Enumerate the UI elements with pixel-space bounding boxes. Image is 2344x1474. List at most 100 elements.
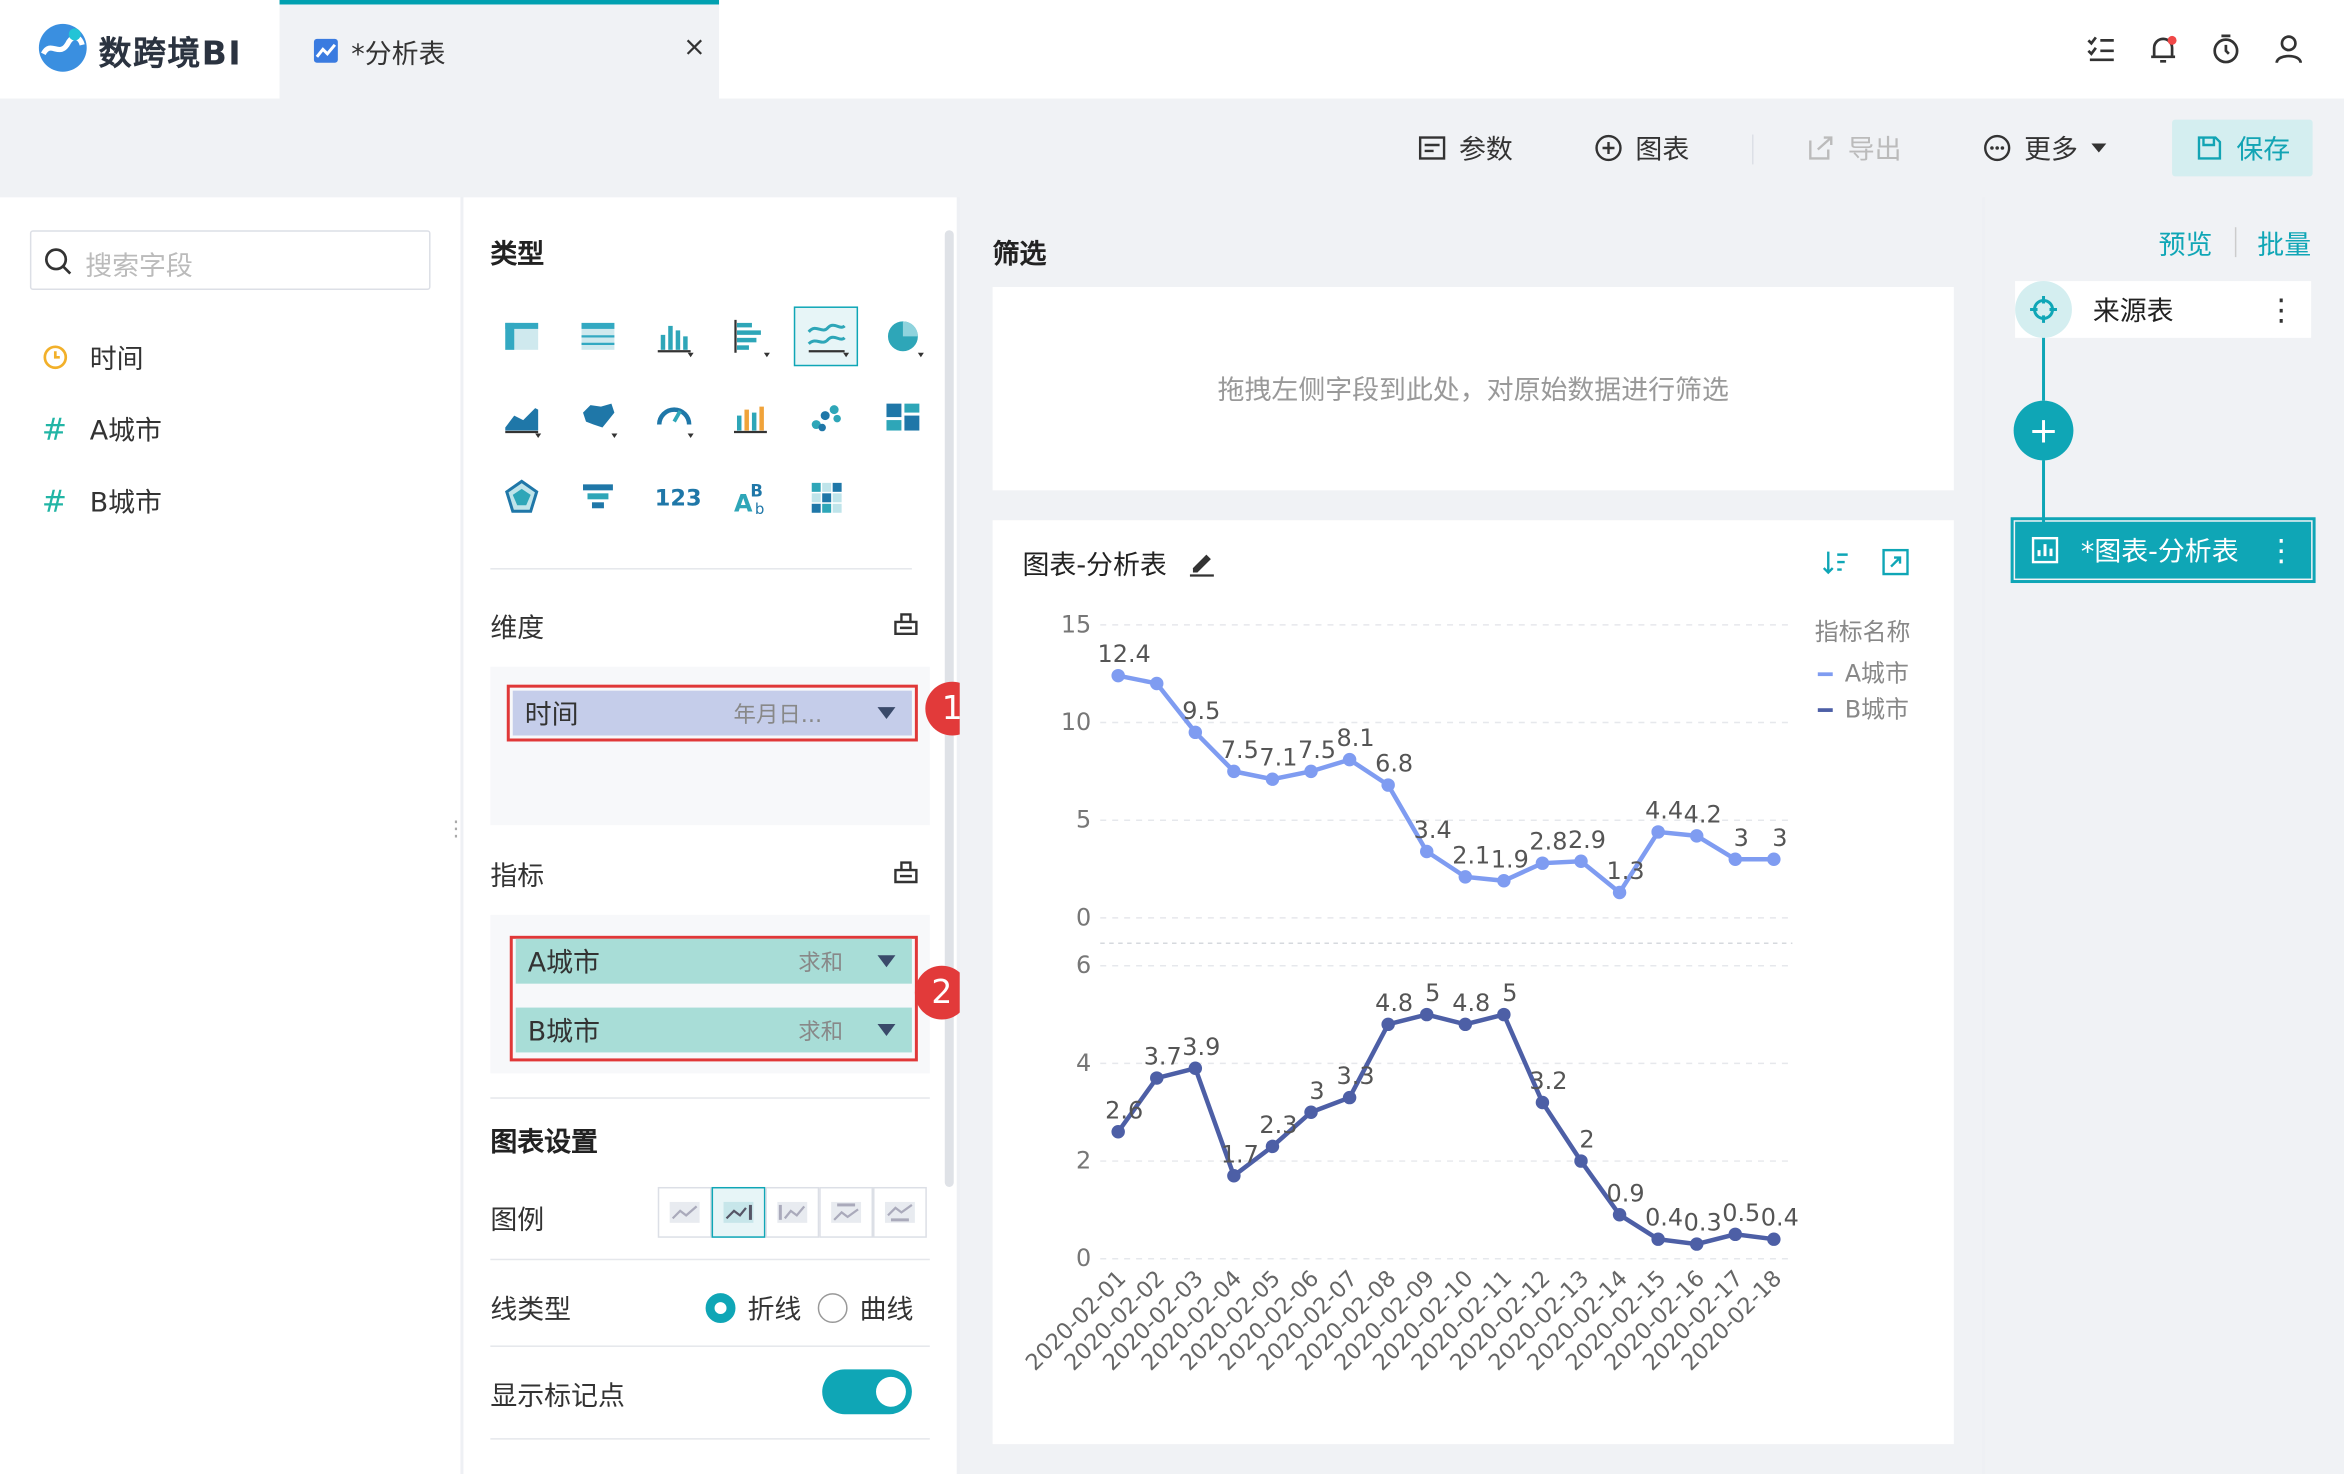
field-label: 时间 bbox=[89, 343, 144, 376]
data-point bbox=[1150, 676, 1164, 691]
export-button[interactable]: 导出 bbox=[1806, 129, 1902, 168]
list-check-icon[interactable] bbox=[2084, 33, 2117, 66]
logo-icon bbox=[38, 23, 87, 72]
chart-title: 图表-分析表 bbox=[1022, 550, 1167, 582]
radio-curve[interactable] bbox=[817, 1293, 848, 1324]
data-label: 0.3 bbox=[1684, 1209, 1722, 1237]
data-label: 4.2 bbox=[1684, 800, 1722, 828]
edit-icon[interactable] bbox=[1187, 547, 1217, 577]
data-label: 6.8 bbox=[1375, 750, 1413, 778]
radar-icon[interactable] bbox=[499, 475, 544, 520]
caret-down-icon[interactable] bbox=[876, 706, 897, 721]
data-label: 5 bbox=[1502, 979, 1517, 1007]
field-item-a-city[interactable]: # A城市 bbox=[42, 410, 162, 449]
legend-right-button[interactable] bbox=[711, 1186, 766, 1238]
line-type-polyline[interactable]: 折线 bbox=[705, 1289, 801, 1328]
preview-link[interactable]: 预览 bbox=[2159, 224, 2213, 263]
data-point bbox=[1689, 1237, 1704, 1251]
metric-pill-a-city[interactable]: A城市 求和 bbox=[515, 938, 912, 984]
close-icon[interactable]: × bbox=[683, 32, 706, 63]
data-point bbox=[1227, 1168, 1241, 1183]
legend-top-button[interactable] bbox=[819, 1186, 874, 1238]
params-button[interactable]: 参数 bbox=[1417, 129, 1513, 168]
target-icon bbox=[2015, 281, 2072, 338]
data-label: 0.9 bbox=[1607, 1179, 1645, 1207]
y-tick-label: 6 bbox=[1076, 951, 1091, 979]
legend-left-button[interactable] bbox=[765, 1186, 820, 1238]
line-chart: 15105012.49.57.5 7.1 7.5 8.16.83.42.1 1.92.8… bbox=[1021, 610, 1910, 1376]
batch-link[interactable]: 批量 bbox=[2257, 224, 2311, 263]
kpi-number-icon[interactable]: 123 bbox=[655, 484, 702, 511]
show-markers-toggle[interactable] bbox=[822, 1369, 912, 1415]
table-icon[interactable] bbox=[499, 314, 544, 359]
save-button[interactable]: 保存 bbox=[2172, 119, 2313, 177]
clear-icon[interactable] bbox=[891, 857, 921, 887]
legend-position-group bbox=[657, 1186, 927, 1238]
data-label: 0.4 bbox=[1761, 1204, 1799, 1232]
legend-label-a[interactable]: A城市 bbox=[1845, 660, 1909, 688]
pill-label: A城市 bbox=[527, 947, 600, 980]
flow-node-source[interactable]: 来源表 ⋮ bbox=[2015, 281, 2312, 338]
data-label: 3.9 bbox=[1182, 1033, 1220, 1061]
data-label: 8.1 bbox=[1337, 724, 1375, 752]
clear-icon[interactable] bbox=[891, 608, 921, 638]
flow-node-chart[interactable]: *图表-分析表 ⋮ bbox=[2010, 517, 2316, 584]
combo-chart-icon[interactable] bbox=[728, 395, 773, 440]
divider bbox=[490, 1258, 930, 1261]
dimension-pill-time[interactable]: 时间 年月日... bbox=[512, 690, 912, 736]
data-label: 5 bbox=[1425, 979, 1440, 1007]
field-item-b-city[interactable]: # B城市 bbox=[42, 481, 162, 520]
more-button[interactable]: 更多 bbox=[1982, 129, 2108, 168]
caret-down-icon[interactable] bbox=[876, 954, 897, 969]
caret-down-icon[interactable] bbox=[876, 1023, 897, 1038]
bell-icon[interactable] bbox=[2147, 33, 2180, 66]
y-tick-label: 5 bbox=[1076, 806, 1091, 834]
toolbar: 参数 图表 导出 更多 保存 bbox=[0, 98, 2344, 198]
data-point bbox=[1188, 1061, 1203, 1076]
line-chart-type-selected[interactable] bbox=[793, 306, 859, 367]
add-node-button[interactable]: + bbox=[2013, 400, 2074, 461]
bar-chart-icon[interactable] bbox=[652, 314, 697, 359]
pie-chart-icon[interactable] bbox=[882, 314, 927, 359]
timer-icon[interactable] bbox=[2209, 33, 2242, 66]
radio-polyline[interactable] bbox=[705, 1293, 736, 1324]
legend-right-icon bbox=[723, 1201, 754, 1223]
data-label: 2.6 bbox=[1105, 1096, 1143, 1124]
settings-title: 图表设置 bbox=[490, 1127, 598, 1159]
pill-agg: 年月日... bbox=[733, 700, 823, 728]
legend-bottom-button[interactable] bbox=[873, 1186, 927, 1238]
gauge-icon[interactable] bbox=[652, 395, 697, 440]
field-item-time[interactable]: 时间 bbox=[42, 338, 144, 377]
horizontal-bar-icon[interactable] bbox=[728, 314, 773, 359]
legend-top-icon bbox=[831, 1201, 862, 1223]
map-icon[interactable] bbox=[576, 395, 621, 440]
scatter-icon[interactable] bbox=[804, 395, 849, 440]
add-chart-button[interactable]: 图表 bbox=[1594, 129, 1689, 168]
sort-icon[interactable] bbox=[1821, 547, 1851, 577]
data-point bbox=[1420, 844, 1434, 859]
filter-dropzone[interactable]: 拖拽左侧字段到此处，对原始数据进行筛选 bbox=[992, 287, 1954, 491]
cross-table-icon[interactable] bbox=[576, 314, 621, 359]
data-label: 3.4 bbox=[1414, 816, 1452, 844]
data-point bbox=[1728, 852, 1743, 867]
area-chart-icon[interactable] bbox=[499, 395, 544, 440]
data-label: 7.1 bbox=[1259, 744, 1297, 772]
line-type-curve[interactable]: 曲线 bbox=[817, 1289, 913, 1328]
funnel-icon[interactable] bbox=[576, 475, 621, 520]
dashboard-grid-icon[interactable] bbox=[880, 395, 925, 440]
node-menu-icon[interactable]: ⋮ bbox=[2266, 292, 2296, 328]
user-icon[interactable] bbox=[2272, 33, 2305, 66]
legend-label-b[interactable]: B城市 bbox=[1845, 696, 1909, 724]
word-cloud-icon[interactable]: ABb bbox=[728, 475, 773, 520]
expand-icon[interactable] bbox=[1881, 547, 1911, 577]
filter-placeholder: 拖拽左侧字段到此处，对原始数据进行筛选 bbox=[1217, 375, 1729, 407]
metric-pill-b-city[interactable]: B城市 求和 bbox=[515, 1007, 912, 1053]
search-field[interactable]: 搜索字段 bbox=[29, 230, 431, 291]
legend-none-button[interactable] bbox=[657, 1186, 712, 1238]
node-menu-icon[interactable]: ⋮ bbox=[2266, 532, 2296, 568]
heatmap-icon[interactable] bbox=[804, 475, 849, 520]
tab-analysis[interactable]: *分析表 × bbox=[279, 0, 720, 99]
flow-node-label: *图表-分析表 bbox=[2080, 536, 2239, 569]
data-label: 1.7 bbox=[1221, 1140, 1259, 1168]
divider bbox=[490, 568, 912, 570]
